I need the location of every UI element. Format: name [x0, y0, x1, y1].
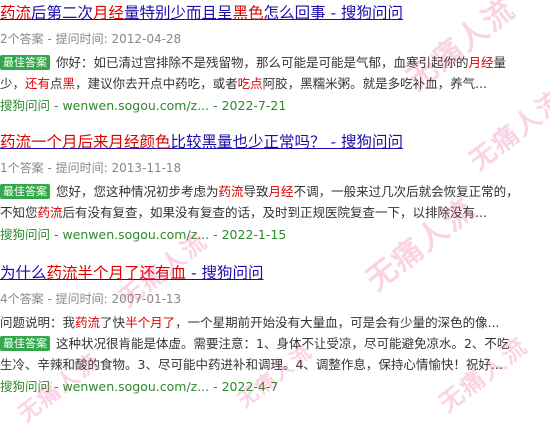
snippet-highlight: 药流 [75, 315, 101, 330]
snippet-highlight: 半个月了 [125, 315, 176, 330]
title-highlight: 药流 [0, 4, 32, 22]
snippet-text: 少， [0, 76, 26, 91]
title-text: 比较黑量也少正常吗？ - 搜狗问问 [170, 133, 403, 151]
snippet-text: 后有没有复查，如果没有复查的话，及时到正规医院复查一下，以排除没有... [62, 205, 487, 220]
snippet-text: 生冷、辛辣和酸的食物。3、尽可能中药进补和调理。4、调整作息，保持心情愉快！祝好… [0, 357, 503, 372]
title-highlight: 药流一个月后来月经颜色 [0, 133, 171, 151]
title-text: 后第二次 [31, 4, 94, 22]
title-highlight: 药流半个月了还有血 [46, 264, 187, 282]
snippet-text: ，一个星期前开始没有大量血，可是会有少量的深色的像... [175, 315, 500, 330]
snippet-text: 不知您 [0, 205, 38, 220]
snippet-line: 最佳答案 这种状况很肯能是体虚。需要注意：1、身体不让受凉，尽可能避免凉水。2、不… [0, 333, 548, 354]
snippet-line: 不知您药流后有没有复查，如果没有复查的话，及时到正规医院复查一下，以排除没有..… [0, 202, 548, 223]
title-text: 量特别少而且呈 [124, 4, 233, 22]
best-answer-badge: 最佳答案 [0, 336, 50, 351]
title-highlight: 黑色 [232, 4, 264, 22]
snippet-text: 点 [50, 76, 63, 91]
search-result-2: 药流一个月后来月经颜色比较黑量也少正常吗？ - 搜狗问问 1个答案 - 提问时间… [0, 129, 548, 245]
best-answer-badge: 最佳答案 [0, 55, 50, 70]
snippet-text: 了快 [100, 315, 126, 330]
snippet-text: 这种状况很肯能是体虚。需要注意：1、身体不让受凉，尽可能避免凉水。2、不吃 [56, 336, 510, 351]
snippet-line: 最佳答案 你好：如已清过宫排除不是残留物，那么可能是可能是气郁，血寒引起你的月经量 [0, 52, 548, 73]
snippet-highlight: 黑 [62, 76, 76, 91]
result-meta: 2个答案 - 提问时间: 2012-04-28 [0, 32, 182, 46]
snippet-text: 导致 [243, 184, 269, 199]
search-result-3: 为什么药流半个月了还有血 - 搜狗问问 4个答案 - 提问时间: 2007-01… [0, 260, 548, 397]
result-title-link[interactable]: 药流一个月后来月经颜色比较黑量也少正常吗？ - 搜狗问问 [0, 131, 548, 153]
search-result-1: 药流后第二次月经量特别少而且呈黑色怎么回事 - 搜狗问问 2个答案 - 提问时间… [0, 0, 548, 116]
snippet-line: 问题说明：我药流了快半个月了，一个星期前开始没有大量血，可是会有少量的深色的像.… [0, 312, 548, 333]
snippet-highlight: 月经 [468, 55, 494, 70]
result-meta: 1个答案 - 提问时间: 2013-11-18 [0, 161, 182, 175]
result-source-url[interactable]: 搜狗问问 - wenwen.sogou.com/z... - 2022-1-15 [0, 224, 548, 245]
snippet-line: 最佳答案 您好，您这种情况初步考虑为药流导致月经不调，一般来过几次后就会恢复正常的… [0, 181, 548, 202]
snippet-text: 阿胶，黑糯米粥。就是多吃补血，养气... [262, 76, 488, 91]
title-text: - 搜狗问问 [186, 264, 264, 282]
result-title-link[interactable]: 药流后第二次月经量特别少而且呈黑色怎么回事 - 搜狗问问 [0, 2, 548, 24]
snippet-text: 不调，一般来过几次后就会恢复正常的， [293, 184, 519, 199]
snippet-line: 生冷、辛辣和酸的食物。3、尽可能中药进补和调理。4、调整作息，保持心情愉快！祝好… [0, 354, 548, 375]
snippet-text: 我 [62, 315, 76, 330]
snippet-text: 量 [493, 55, 507, 70]
result-source-url[interactable]: 搜狗问问 - wenwen.sogou.com/z... - 2022-4-7 [0, 376, 548, 397]
result-source-url[interactable]: 搜狗问问 - wenwen.sogou.com/z... - 2022-7-21 [0, 95, 548, 116]
title-text: 为什么 [0, 264, 47, 282]
title-highlight: 月经 [93, 4, 125, 22]
result-snippet: 最佳答案 您好，您这种情况初步考虑为药流导致月经不调，一般来过几次后就会恢复正常的… [0, 181, 548, 223]
title-text: 怎么回事 - 搜狗问问 [263, 4, 404, 22]
question-label: 问题说明： [0, 315, 63, 330]
result-snippet: 最佳答案 你好：如已清过宫排除不是残留物，那么可能是可能是气郁，血寒引起你的月经量… [0, 52, 548, 94]
snippet-text: 您好，您这种情况初步考虑为 [56, 184, 219, 199]
snippet-highlight: 月经 [268, 184, 294, 199]
best-answer-badge: 最佳答案 [0, 184, 50, 199]
snippet-highlight: 还有 [25, 76, 51, 91]
snippet-text: 你好：如已清过宫排除不是残留物，那么可能是可能是气郁，血寒引起你的 [56, 55, 469, 70]
snippet-text: ，建议你去开点中药吃，或者 [75, 76, 238, 91]
snippet-line: 少，还有点黑，建议你去开点中药吃，或者吃点阿胶，黑糯米粥。就是多吃补血，养气..… [0, 73, 548, 94]
result-meta: 4个答案 - 提问时间: 2007-01-13 [0, 292, 182, 306]
snippet-highlight: 吃点 [237, 76, 263, 91]
snippet-highlight: 药流 [37, 205, 63, 220]
result-snippet: 问题说明：我药流了快半个月了，一个星期前开始没有大量血，可是会有少量的深色的像.… [0, 312, 548, 375]
result-title-link[interactable]: 为什么药流半个月了还有血 - 搜狗问问 [0, 262, 548, 284]
snippet-highlight: 药流 [218, 184, 244, 199]
